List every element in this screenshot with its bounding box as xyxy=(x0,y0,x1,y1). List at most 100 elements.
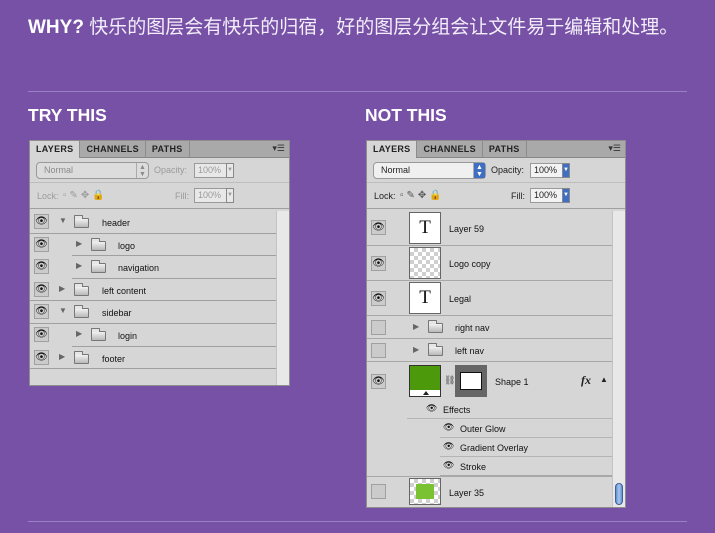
eye-icon[interactable]: 👁 xyxy=(371,256,386,271)
eye-icon[interactable]: 👁 xyxy=(426,403,437,414)
layer-row[interactable]: 👁 ▶ footer xyxy=(30,347,289,370)
transparent-layer-thumbnail xyxy=(409,247,441,279)
layer-name: Layer 59 xyxy=(449,224,485,234)
folder-icon xyxy=(74,305,89,319)
lock-icons[interactable]: ▫✎✥🔒 xyxy=(63,190,108,202)
folder-icon xyxy=(91,260,106,274)
effect-row[interactable]: 👁 Outer Glow xyxy=(440,419,625,438)
scrollbar[interactable] xyxy=(276,211,289,385)
eye-icon[interactable]: 👁 xyxy=(34,259,49,275)
eye-icon[interactable]: 👁 xyxy=(443,422,454,433)
folder-icon xyxy=(74,215,89,228)
blend-mode-select[interactable]: Normal ▲ ▼ xyxy=(36,162,149,179)
layer-row[interactable]: 👁 ▶ login xyxy=(34,324,289,347)
lock-label: Lock: xyxy=(374,191,396,201)
layer-name: navigation xyxy=(118,263,160,274)
eye-icon[interactable]: 👁 xyxy=(371,291,386,306)
eye-icon[interactable]: 👁 xyxy=(34,304,49,320)
expand-arrow-icon[interactable]: ▶ xyxy=(76,261,82,270)
expand-arrow-icon[interactable]: ▶ xyxy=(76,239,82,248)
eye-icon[interactable]: 👁 xyxy=(34,281,49,297)
opacity-label: Opacity: xyxy=(491,165,525,175)
expand-arrow-icon[interactable]: ▶ xyxy=(76,329,82,338)
collapse-arrow-icon[interactable]: ▲ xyxy=(600,375,608,384)
tab-channels[interactable]: CHANNELS xyxy=(417,141,483,157)
effect-row[interactable]: 👁 Stroke xyxy=(440,457,625,476)
effect-name: Outer Glow xyxy=(460,424,506,434)
panel-menu-icon[interactable]: ▾☰ xyxy=(608,143,621,154)
eye-icon[interactable]: 👁 xyxy=(443,460,454,471)
tab-paths[interactable]: PATHS xyxy=(146,141,190,157)
scrollbar-thumb[interactable] xyxy=(615,483,623,505)
layer-row[interactable]: 👁 ▼ sidebar xyxy=(30,301,289,324)
layer-row[interactable]: 👁 T Layer 59 xyxy=(367,211,625,246)
dropdown-icon: ▼ xyxy=(226,163,234,178)
fill-field[interactable]: 100% ▼ xyxy=(194,188,234,203)
tab-layers[interactable]: LAYERS xyxy=(367,141,418,158)
layer-row[interactable]: 👁 ⛓ Shape 1 fx ▲ xyxy=(367,362,625,401)
expand-arrow-icon[interactable]: ▶ xyxy=(59,284,65,293)
expand-arrow-icon[interactable]: ▼ xyxy=(59,216,67,225)
eye-icon[interactable]: 👁 xyxy=(371,220,386,235)
eye-icon[interactable]: 👁 xyxy=(34,214,49,229)
expand-arrow-icon[interactable]: ▶ xyxy=(59,352,65,361)
lock-label: Lock: xyxy=(37,191,59,201)
fill-field[interactable]: 100% ▼ xyxy=(530,188,570,203)
eye-icon[interactable]: 👁 xyxy=(34,236,49,252)
eye-icon[interactable]: 👁 xyxy=(371,343,386,358)
fill-label: Fill: xyxy=(175,191,189,201)
stepper-arrows-icon: ▲ ▼ xyxy=(473,163,485,178)
fx-icon[interactable]: fx xyxy=(581,373,591,388)
tab-layers[interactable]: LAYERS xyxy=(30,141,81,158)
eye-icon[interactable]: 👁 xyxy=(371,484,386,499)
eye-icon[interactable]: 👁 xyxy=(34,327,49,342)
layer-row[interactable]: 👁 ▶ right nav xyxy=(367,316,625,339)
dropdown-icon: ▼ xyxy=(226,188,234,203)
tab-paths[interactable]: PATHS xyxy=(483,141,527,157)
stepper-arrows-icon: ▲ ▼ xyxy=(136,163,148,178)
eye-icon[interactable]: 👁 xyxy=(34,349,49,365)
opacity-field[interactable]: 100% ▼ xyxy=(194,163,234,178)
folder-icon xyxy=(91,237,106,251)
folder-icon xyxy=(74,282,89,296)
layer-name: Shape 1 xyxy=(495,377,529,387)
effect-row[interactable]: 👁 Gradient Overlay xyxy=(440,438,625,457)
eye-icon[interactable]: 👁 xyxy=(443,441,454,452)
eye-icon[interactable]: 👁 xyxy=(371,320,386,335)
folder-icon xyxy=(74,350,89,364)
scrollbar[interactable] xyxy=(612,211,625,507)
bottom-divider xyxy=(28,521,687,522)
folder-icon xyxy=(91,328,106,341)
layer-name: Logo copy xyxy=(449,259,491,269)
top-divider xyxy=(28,91,687,92)
eye-icon[interactable]: 👁 xyxy=(371,374,386,389)
effects-label: Effects xyxy=(443,405,471,415)
layer-row[interactable]: 👁 Layer 35 xyxy=(367,476,625,507)
layer-row[interactable]: 👁 ▶ left nav xyxy=(367,339,625,362)
expand-arrow-icon[interactable]: ▼ xyxy=(59,306,67,315)
layer-name: footer xyxy=(102,353,126,364)
layer-row[interactable]: 👁 T Legal xyxy=(367,281,625,316)
layer-row[interactable]: 👁 ▼ header xyxy=(30,211,289,234)
layer-row[interactable]: 👁 Logo copy xyxy=(367,246,625,281)
opacity-field[interactable]: 100% ▼ xyxy=(530,163,570,178)
tab-channels[interactable]: CHANNELS xyxy=(80,141,146,157)
lock-icons[interactable]: ▫✎✥🔒 xyxy=(400,190,445,202)
fill-label: Fill: xyxy=(511,191,525,201)
layer-row[interactable]: 👁 ▶ navigation xyxy=(34,256,289,279)
layer-row[interactable]: 👁 ▶ logo xyxy=(34,234,289,257)
expand-arrow-icon[interactable]: ▶ xyxy=(413,345,419,354)
opacity-label: Opacity: xyxy=(154,165,188,175)
layers-panel-not: LAYERS CHANNELS PATHS ▾☰ Normal ▲ ▼ Opacit… xyxy=(366,140,626,508)
blend-mode-select[interactable]: Normal ▲ ▼ xyxy=(373,162,486,179)
link-icon[interactable]: ⛓ xyxy=(444,375,455,386)
layer-name: logo xyxy=(118,240,136,251)
effects-row[interactable]: 👁 Effects xyxy=(407,401,625,419)
expand-arrow-icon[interactable]: ▶ xyxy=(413,322,419,331)
why-text: WHY? 快乐的图层会有快乐的归宿，好的图层分组会让文件易于编辑和处理。 xyxy=(28,13,688,42)
panel-menu-icon[interactable]: ▾☰ xyxy=(272,143,285,154)
layer-row[interactable]: 👁 ▶ left content xyxy=(30,279,289,302)
folder-icon xyxy=(428,343,443,356)
text-layer-thumbnail: T xyxy=(409,212,441,244)
text-layer-thumbnail: T xyxy=(409,282,441,314)
